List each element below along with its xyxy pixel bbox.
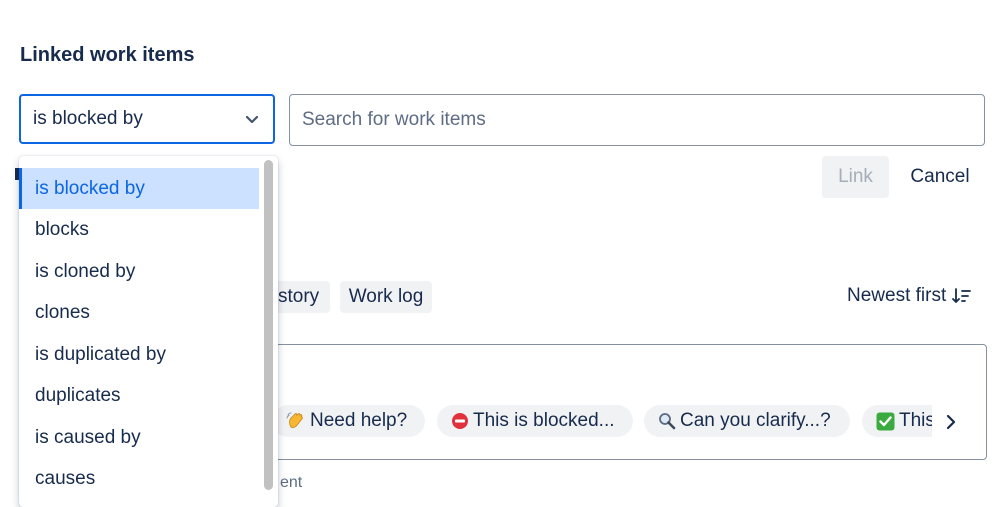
- chevron-right-icon[interactable]: [940, 411, 962, 433]
- quick-reply-need-help[interactable]: Need help?: [272, 405, 425, 437]
- link-type-option-is-blocked-by[interactable]: is blocked by: [19, 168, 259, 209]
- quick-reply-this-is-blocked[interactable]: This is blocked...: [437, 405, 633, 437]
- link-type-option-clones[interactable]: clones: [19, 292, 259, 333]
- link-button[interactable]: Link: [822, 156, 889, 198]
- chevron-down-icon: [245, 109, 259, 129]
- quick-reply-row: Need help? This is blocked... Can you cl…: [272, 405, 932, 439]
- waving-hand-icon: [286, 411, 306, 431]
- cancel-button[interactable]: Cancel: [897, 156, 983, 198]
- link-type-option-duplicates[interactable]: duplicates: [19, 375, 259, 416]
- comment-box[interactable]: [262, 344, 987, 460]
- magnifier-icon: [658, 412, 676, 430]
- sort-order-button[interactable]: Newest first: [847, 285, 972, 307]
- section-title: Linked work items: [20, 44, 195, 66]
- no-entry-icon: [451, 412, 469, 430]
- link-type-option-is-caused-by[interactable]: is caused by: [19, 417, 259, 458]
- link-type-option-is-cloned-by[interactable]: is cloned by: [19, 251, 259, 292]
- tab-work-log[interactable]: Work log: [340, 281, 432, 313]
- link-type-option-causes[interactable]: causes: [19, 458, 259, 499]
- quick-reply-label: This is blocked...: [473, 410, 615, 431]
- dropdown-scrollbar[interactable]: [264, 160, 273, 490]
- link-type-dropdown-menu: is blocked by blocks is cloned by clones…: [19, 156, 278, 507]
- link-type-selected-value: is blocked by: [33, 108, 143, 129]
- link-type-select[interactable]: is blocked by: [19, 94, 275, 144]
- quick-reply-can-you-clarify[interactable]: Can you clarify...?: [644, 405, 850, 437]
- quick-reply-label: Need help?: [310, 410, 408, 431]
- link-type-option-is-duplicated-by[interactable]: is duplicated by: [19, 334, 259, 375]
- sort-descending-icon: [952, 288, 972, 303]
- comment-hint-text: ent: [280, 474, 303, 491]
- quick-reply-this[interactable]: This: [862, 405, 932, 437]
- sort-order-label: Newest first: [847, 285, 947, 306]
- check-mark-icon: [876, 412, 895, 431]
- link-type-option-blocks[interactable]: blocks: [19, 209, 259, 250]
- search-work-items-input[interactable]: [289, 94, 985, 146]
- quick-reply-label: This: [899, 410, 932, 431]
- quick-reply-label: Can you clarify...?: [680, 410, 831, 431]
